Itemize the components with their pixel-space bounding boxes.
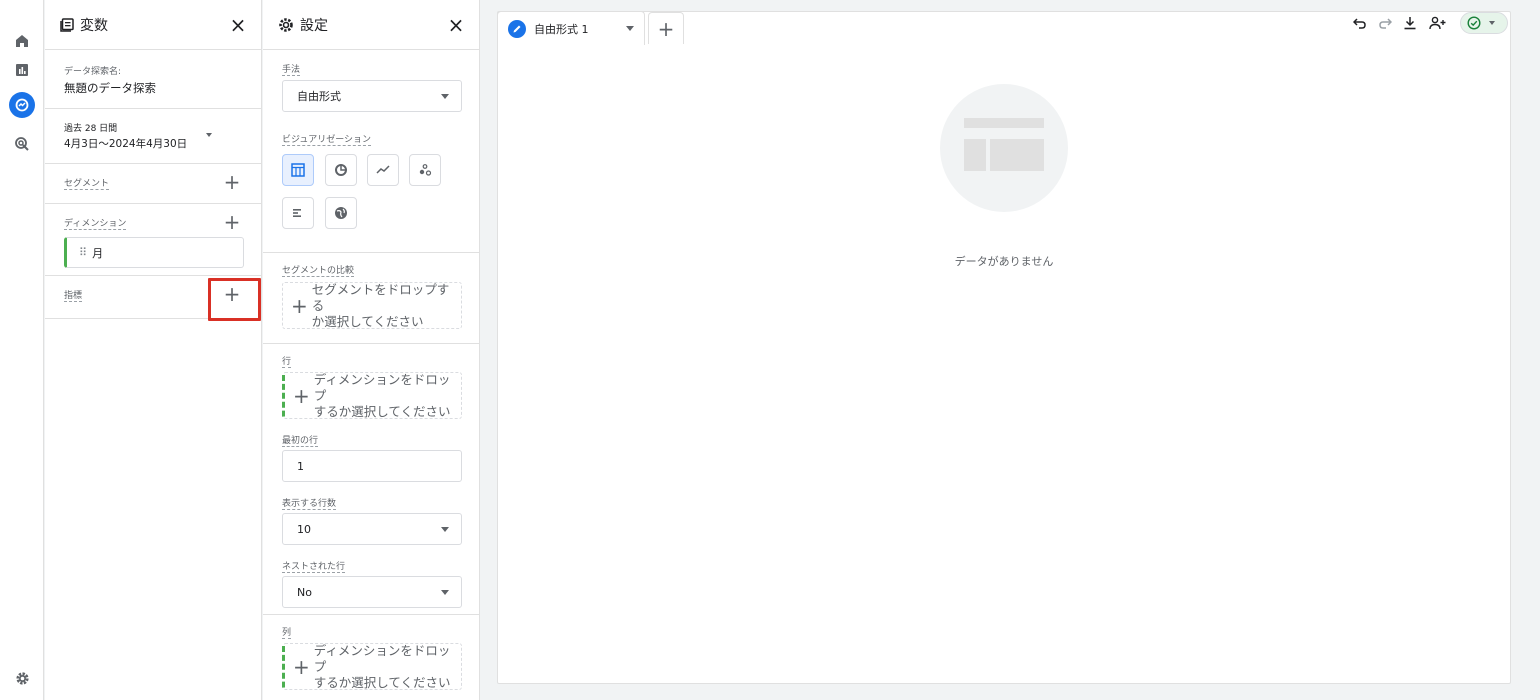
segment-compare-section: セグメントの比較 + セグメントをドロップする か選択してください	[263, 253, 479, 344]
show-rows-caret-icon	[441, 527, 449, 532]
start-row-label: 最初の行	[282, 436, 319, 446]
technique-value: 自由形式	[297, 90, 341, 103]
variables-panel: 変数 × データ探索名: 無題のデータ探索 過去 28 日間 4月3日～2024…	[45, 0, 262, 700]
date-range-label: 過去 28 日間	[64, 124, 118, 134]
donut-chart-icon	[335, 164, 347, 176]
dimensions-section: ディメンション + ⠿ 月	[45, 204, 261, 276]
segments-section: セグメント +	[45, 164, 261, 204]
reports-icon[interactable]	[9, 57, 35, 83]
variables-title: 変数	[80, 17, 108, 34]
share-user-icon[interactable]	[1427, 12, 1449, 34]
columns-label: 列	[282, 628, 292, 638]
segments-label: セグメント	[64, 179, 110, 189]
show-rows-select[interactable]: 10	[282, 513, 462, 545]
drag-handle-icon[interactable]: ⠿	[79, 246, 87, 259]
add-segment-button[interactable]: +	[222, 172, 242, 192]
viz-bar-button[interactable]	[282, 197, 314, 229]
nested-rows-label: ネストされた行	[282, 562, 346, 572]
segment-drop-text-2: か選択してください	[311, 313, 424, 329]
columns-section: 列 + ディメンションをドロップ するか選択してください	[263, 615, 479, 700]
viz-scatter-button[interactable]	[409, 154, 441, 186]
rows-drop-text-2: するか選択してください	[313, 403, 451, 419]
plus-icon: +	[293, 654, 310, 679]
start-row-value: 1	[297, 459, 304, 473]
date-range-section[interactable]: 過去 28 日間 4月3日～2024年4月30日	[45, 109, 261, 164]
plus-icon: +	[293, 383, 310, 408]
exploration-name-section: データ探索名: 無題のデータ探索	[45, 50, 261, 109]
date-range-value: 4月3日～2024年4月30日	[64, 138, 188, 150]
redo-icon[interactable]	[1374, 12, 1396, 34]
viz-donut-button[interactable]	[325, 154, 357, 186]
dimension-chip-label: 月	[92, 246, 104, 260]
check-circle-icon	[1467, 16, 1481, 30]
undo-icon[interactable]	[1349, 12, 1371, 34]
status-caret-icon	[1489, 21, 1495, 25]
date-range-caret-icon[interactable]	[206, 133, 212, 137]
viz-table-button[interactable]	[282, 154, 314, 186]
segment-drop-text-1: セグメントをドロップする	[311, 281, 450, 313]
technique-select[interactable]: 自由形式	[282, 80, 462, 112]
add-dimension-button[interactable]: +	[222, 212, 242, 232]
technique-label: 手法	[282, 65, 301, 75]
close-settings-icon[interactable]: ×	[445, 13, 467, 37]
settings-title: 設定	[300, 17, 328, 34]
scatter-chart-icon	[419, 164, 432, 176]
columns-drop-text-2: するか選択してください	[313, 674, 451, 690]
settings-icon	[279, 17, 293, 32]
globe-icon	[335, 207, 347, 219]
viz-geo-button[interactable]	[325, 197, 357, 229]
app: 変数 × データ探索名: 無題のデータ探索 過去 28 日間 4月3日～2024…	[0, 0, 1540, 700]
nested-rows-value: No	[297, 585, 312, 599]
technique-caret-icon	[441, 94, 449, 99]
rows-drop-zone[interactable]: + ディメンションをドロップ するか選択してください	[282, 372, 462, 419]
start-row-input[interactable]: 1	[282, 450, 462, 482]
exploration-canvas: データがありません	[497, 11, 1511, 684]
nested-rows-select[interactable]: No	[282, 576, 462, 608]
dimension-chip-month[interactable]: ⠿ 月	[64, 237, 244, 268]
exploration-name-label: データ探索名:	[64, 67, 122, 77]
close-variables-icon[interactable]: ×	[227, 13, 249, 37]
explore-icon[interactable]	[9, 92, 35, 118]
status-check-dropdown[interactable]	[1460, 12, 1508, 34]
segment-drop-zone[interactable]: + セグメントをドロップする か選択してください	[282, 282, 462, 329]
no-data-text: データがありません	[954, 255, 1054, 268]
line-chart-icon	[376, 165, 390, 174]
table-icon	[291, 163, 305, 177]
variables-icon	[60, 17, 74, 32]
settings-panel: 設定 × 手法 自由形式 ビジュアリゼーション セグメントの比較 + セグメント…	[263, 0, 480, 700]
bar-chart-icon	[293, 209, 301, 217]
tab-label: 自由形式 1	[534, 22, 589, 36]
rows-drop-text-1: ディメンションをドロップ	[313, 371, 451, 403]
metrics-label: 指標	[64, 291, 83, 301]
show-rows-value: 10	[297, 522, 311, 536]
rows-section: 行 + ディメンションをドロップ するか選択してください 最初の行 1 表示する…	[263, 344, 479, 615]
left-nav-rail	[0, 0, 44, 700]
technique-section: 手法 自由形式 ビジュアリゼーション	[263, 50, 479, 253]
plus-icon: +	[291, 293, 308, 318]
rows-label: 行	[282, 357, 292, 367]
empty-table-illustration	[940, 84, 1068, 212]
exploration-name-input[interactable]: 無題のデータ探索	[64, 80, 261, 96]
tab-freeform-1[interactable]: 自由形式 1	[497, 11, 645, 45]
home-icon[interactable]	[9, 28, 35, 54]
visualization-label: ビジュアリゼーション	[282, 135, 372, 145]
advertising-icon[interactable]	[9, 131, 35, 157]
segment-compare-label: セグメントの比較	[282, 266, 355, 276]
nested-rows-caret-icon	[441, 590, 449, 595]
variables-header: 変数 ×	[45, 0, 261, 50]
show-rows-label: 表示する行数	[282, 499, 337, 509]
columns-drop-zone[interactable]: + ディメンションをドロップ するか選択してください	[282, 643, 462, 690]
settings-header: 設定 ×	[263, 0, 479, 50]
columns-drop-text-1: ディメンションをドロップ	[313, 642, 451, 674]
add-tab-button[interactable]: +	[648, 12, 684, 44]
tab-caret-icon[interactable]	[626, 26, 634, 31]
highlight-box	[208, 278, 261, 321]
dimensions-label: ディメンション	[64, 219, 127, 229]
settings-gear-icon[interactable]	[9, 665, 35, 691]
viz-line-button[interactable]	[367, 154, 399, 186]
pencil-icon	[508, 19, 526, 38]
download-icon[interactable]	[1399, 12, 1421, 34]
